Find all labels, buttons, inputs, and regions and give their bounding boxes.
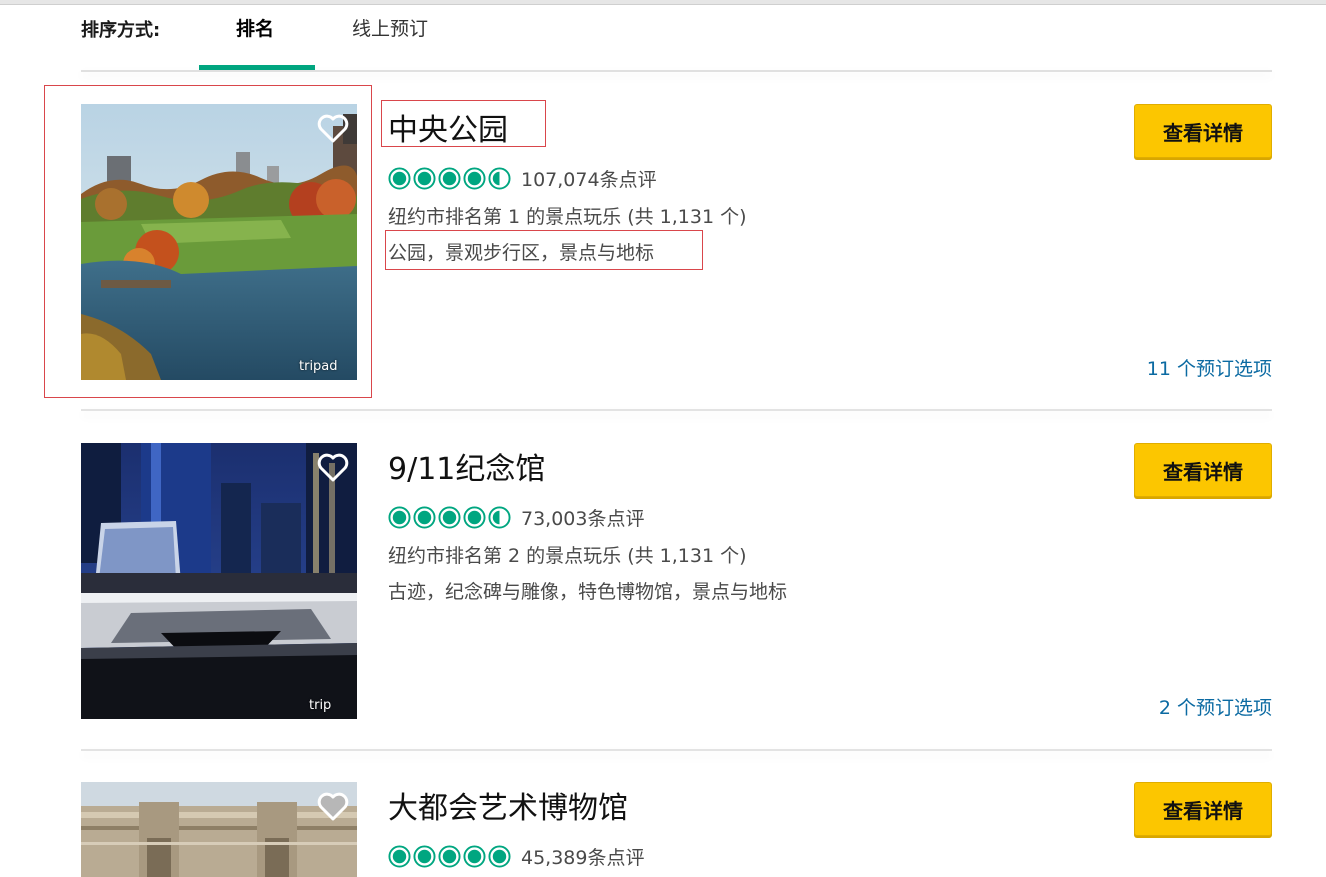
attraction-name[interactable]: 中央公园 [388,105,508,149]
rating-bubble-icon [463,844,486,868]
rating-row: 107,074条点评 [388,165,657,192]
category-list: 公园，景观步行区，景点与地标 [388,242,655,264]
watermark-text: tripad [299,359,338,374]
rating-bubble-icon [488,505,511,529]
review-count[interactable]: 45,389条点评 [521,843,644,870]
attraction-card: 大都会艺术博物馆 45,389条点评 查看详情 [81,782,1272,877]
sort-bar: 排序方式: 排名 线上预订 [0,4,1326,72]
attraction-photo[interactable]: trip [81,443,357,719]
category-list: 古迹，纪念碑与雕像，特色博物馆，景点与地标 [388,581,788,603]
review-count[interactable]: 107,074条点评 [521,165,657,192]
card-divider [81,749,1272,751]
view-details-button[interactable]: 查看详情 [1134,782,1272,836]
card-divider [81,409,1272,411]
rating-bubble-icon [463,166,486,190]
rating-row: 73,003条点评 [388,504,644,531]
rating-bubble-icon [413,166,436,190]
rating-row: 45,389条点评 [388,843,644,870]
rating-bubbles [388,505,511,529]
attraction-card: trip 9/11纪念馆 73,003条点评 纽约市排名第 2 的景点玩乐 (共… [81,443,1272,783]
review-count[interactable]: 73,003条点评 [521,504,644,531]
ranking-text: 纽约市排名第 1 的景点玩乐 (共 1,131 个) [388,206,747,228]
heart-icon[interactable] [317,792,349,822]
ranking-text: 纽约市排名第 2 的景点玩乐 (共 1,131 个) [388,545,747,567]
rating-bubble-icon [438,844,461,868]
tab-online-booking[interactable]: 线上预订 [352,14,428,41]
rating-bubble-icon [388,166,411,190]
rating-bubble-icon [388,844,411,868]
rating-bubble-icon [413,844,436,868]
view-details-button[interactable]: 查看详情 [1134,104,1272,158]
watermark-text: trip [309,698,332,713]
rating-bubble-icon [438,166,461,190]
rating-bubble-icon [388,505,411,529]
sort-label: 排序方式: [81,20,161,41]
sort-divider [81,70,1272,72]
heart-icon[interactable] [317,114,349,144]
attraction-name[interactable]: 9/11纪念馆 [388,444,545,488]
rating-bubbles [388,166,511,190]
attraction-photo[interactable]: tripad [81,104,357,380]
attraction-name[interactable]: 大都会艺术博物馆 [388,783,628,827]
rating-bubble-icon [438,505,461,529]
booking-options-link[interactable]: 11 个预订选项 [1147,354,1272,381]
attraction-card: tripad 中央公园 107,074条点评 纽约市排名第 1 的景点玩乐 (共… [81,104,1272,444]
tab-rank[interactable]: 排名 [236,14,274,41]
view-details-button[interactable]: 查看详情 [1134,443,1272,497]
rating-bubble-icon [488,844,511,868]
attraction-photo[interactable] [81,782,357,877]
rating-bubble-icon [413,505,436,529]
rating-bubble-icon [488,166,511,190]
booking-options-link[interactable]: 2 个预订选项 [1159,693,1272,720]
heart-icon[interactable] [317,453,349,483]
rating-bubbles [388,844,511,868]
rating-bubble-icon [463,505,486,529]
